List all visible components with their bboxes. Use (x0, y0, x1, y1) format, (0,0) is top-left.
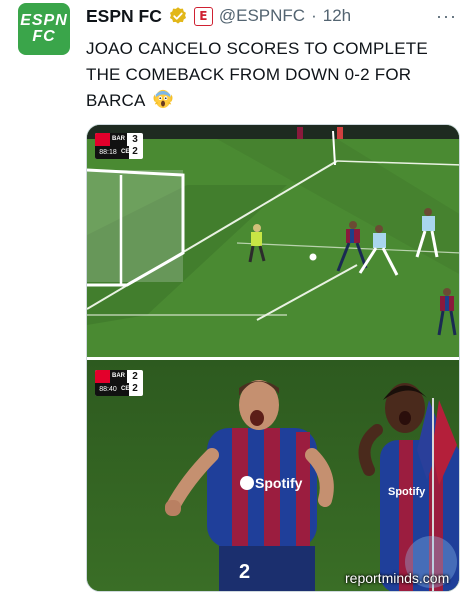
goal-action-image[interactable] (87, 125, 460, 357)
watermark: reportminds.com (345, 570, 450, 586)
ball-icon (309, 253, 317, 261)
home-team-code: BAR (110, 133, 127, 146)
away-team-code: CEL (121, 146, 133, 159)
sponsor-right: Spotify (388, 486, 426, 498)
tweet-header: ESPN FC E @ESPNFC · 12h (86, 3, 351, 29)
more-options-icon[interactable]: ··· (436, 6, 457, 27)
away-score: 2 (129, 146, 141, 158)
sponsor-left: Spotify (255, 475, 303, 491)
affiliate-badge-letter: E (199, 9, 208, 23)
away-team-code: CEL (121, 383, 133, 396)
avatar-text-fc: FC (32, 28, 56, 45)
espn-fc-avatar[interactable]: ESPN FC (18, 3, 70, 55)
home-team-code: BAR (110, 370, 127, 383)
tweet-body: JOAO CANCELO SCORES TO COMPLETE THE COME… (86, 39, 428, 110)
tweet-media[interactable]: BAR 3 88:18 CEL 2 2 Spotify Spotify BAR … (86, 124, 460, 592)
scorebug-bottom: BAR 2 88:40 CEL 2 (95, 370, 143, 396)
avatar-text-espn: ESPN (20, 12, 68, 29)
laliga-logo-icon (95, 133, 110, 146)
home-score: 2 (129, 371, 141, 383)
match-clock: 88:40 (95, 383, 121, 396)
celebration-image[interactable]: 2 Spotify Spotify (87, 360, 460, 592)
author-name[interactable]: ESPN FC (86, 6, 162, 27)
away-score: 2 (129, 383, 141, 395)
home-score: 3 (129, 134, 141, 146)
tweet-timestamp[interactable]: 12h (323, 6, 351, 26)
gold-verified-badge-icon[interactable] (168, 6, 188, 26)
scorebug-top: BAR 3 88:18 CEL 2 (95, 133, 143, 159)
player-number-left: 2 (239, 561, 250, 583)
match-clock: 88:18 (95, 146, 121, 159)
separator-dot: · (311, 6, 317, 25)
espn-affiliate-badge[interactable]: E (193, 6, 213, 26)
author-handle[interactable]: @ESPNFC (219, 6, 305, 26)
laliga-logo-icon (95, 370, 110, 383)
face-screaming-in-fear-icon (153, 89, 173, 109)
tweet-text: JOAO CANCELO SCORES TO COMPLETE THE COME… (86, 36, 456, 114)
